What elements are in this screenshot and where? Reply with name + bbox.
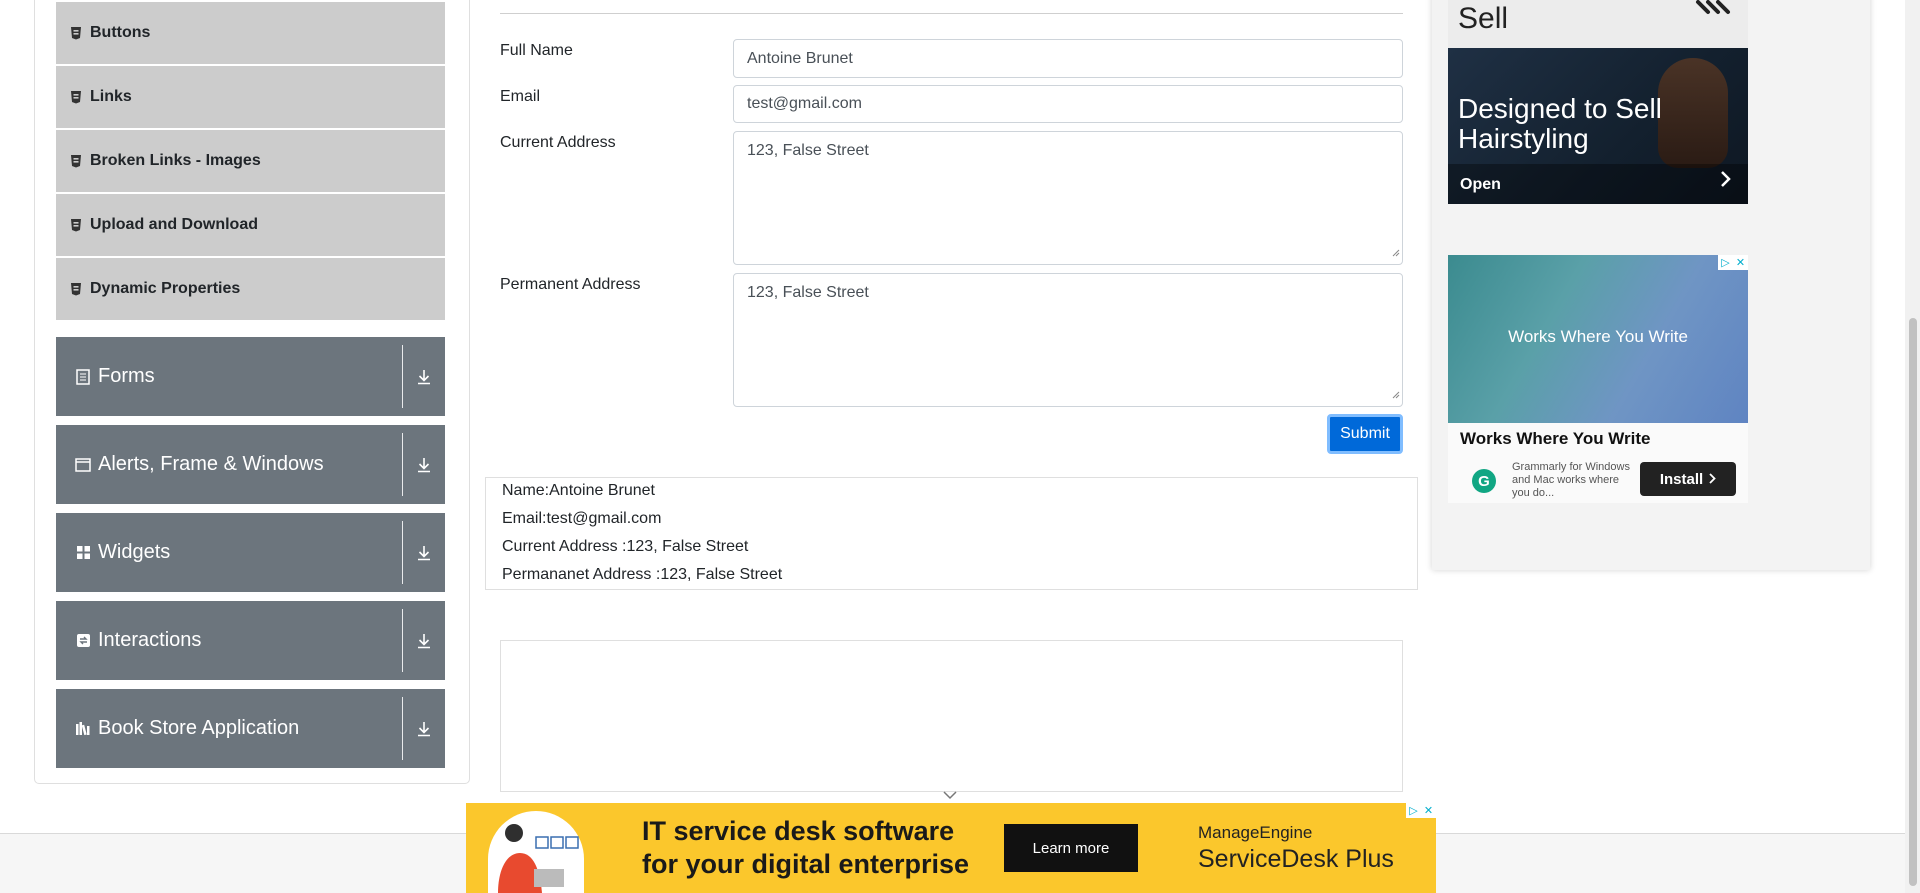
learn-more-button[interactable]: Learn more	[1004, 824, 1138, 872]
sidebar-item-label: Links	[90, 88, 132, 105]
group-label: Interactions	[98, 629, 202, 651]
bottom-ad-headline: IT service desk software for your digita…	[642, 815, 969, 881]
full-name-value: Antoine Brunet	[747, 49, 853, 67]
sidebar-group-widgets[interactable]: Widgets	[56, 513, 445, 592]
chevron-right-icon[interactable]	[1720, 170, 1732, 193]
divider	[402, 521, 403, 584]
install-button[interactable]: Install	[1640, 462, 1736, 496]
sidebar-item-label: Broken Links - Images	[90, 152, 261, 169]
item-icon	[70, 154, 82, 168]
adchoices-icon[interactable]: ▷	[1718, 255, 1733, 270]
output-permanent-address: Permananet Address :123, False Street	[502, 566, 783, 583]
adchoices-icon[interactable]: ▷	[1406, 803, 1421, 818]
full-name-label: Full Name	[500, 42, 573, 59]
interactions-icon	[74, 632, 92, 650]
ad1-headline: Designed to Sell Hairstyling	[1458, 94, 1662, 154]
divider	[402, 609, 403, 672]
group-label: Book Store Application	[98, 717, 300, 739]
widgets-icon	[74, 544, 92, 562]
ad2-visual: Works Where You Write	[1448, 255, 1748, 423]
grammarly-logo-icon: G	[1472, 469, 1496, 493]
sidebar-item-dynamic-properties[interactable]: Dynamic Properties	[56, 258, 445, 320]
ad-placeholder	[500, 640, 1403, 792]
sidebar-item-broken-links[interactable]: Broken Links - Images	[56, 130, 445, 192]
resize-handle-icon[interactable]	[1391, 244, 1400, 262]
sidebar-group-book-store[interactable]: Book Store Application	[56, 689, 445, 768]
sidebar-item-label: Upload and Download	[90, 216, 258, 233]
resize-handle-icon[interactable]	[1391, 386, 1400, 404]
ad1-model-image	[1658, 58, 1728, 168]
ad1-image[interactable]: Designed to Sell Hairstyling Open	[1448, 48, 1748, 204]
output-panel: Name:Antoine Brunet Email:test@gmail.com…	[485, 477, 1418, 590]
output-email: Email:test@gmail.com	[502, 510, 662, 527]
book-icon	[74, 720, 92, 738]
submit-button[interactable]: Submit	[1327, 414, 1403, 454]
email-value: test@gmail.com	[747, 95, 862, 112]
ad1-top-word: Sell	[1458, 2, 1509, 35]
current-address-textarea[interactable]: 123, False Street	[733, 131, 1403, 265]
current-address-value: 123, False Street	[747, 142, 869, 159]
item-icon	[70, 218, 82, 232]
download-arrow-icon[interactable]	[413, 601, 435, 680]
bottom-ad-headline-line1: IT service desk software	[642, 816, 955, 846]
divider	[402, 697, 403, 760]
bottom-ad-headline-line2: for your digital enterprise	[642, 849, 970, 879]
sidebar-item-links[interactable]: Links	[56, 66, 445, 128]
item-icon	[70, 90, 82, 104]
ad1-open-button[interactable]: Open	[1460, 176, 1501, 194]
email-input[interactable]: test@gmail.com	[733, 85, 1403, 123]
window-icon	[74, 456, 92, 474]
brand-name: ManageEngine	[1198, 823, 1313, 842]
sidebar-item-label: Dynamic Properties	[90, 280, 241, 297]
group-label: Widgets	[98, 541, 171, 563]
ad2-title: Works Where You Write	[1460, 429, 1651, 448]
divider	[402, 433, 403, 496]
ad2-grammarly[interactable]: Works Where You Write ▷ ✕ Works Where Yo…	[1448, 255, 1748, 503]
divider	[402, 345, 403, 408]
ad-choices[interactable]: ▷ ✕	[1406, 803, 1436, 818]
sidebar-item-upload-download[interactable]: Upload and Download	[56, 194, 445, 256]
chevron-right-icon	[1709, 471, 1716, 488]
ad1-headline-line2: Hairstyling	[1458, 123, 1589, 154]
ad1-headline-line1: Designed to Sell	[1458, 93, 1662, 124]
permanent-address-label: Permanent Address	[500, 276, 641, 293]
permanent-address-value: 123, False Street	[747, 284, 869, 301]
item-icon	[70, 26, 82, 40]
email-label: Email	[500, 88, 541, 105]
bottom-ad-banner[interactable]: IT service desk software for your digita…	[466, 803, 1436, 893]
form-divider	[500, 13, 1403, 14]
close-icon[interactable]: ✕	[1733, 255, 1748, 270]
sidebar-group-alerts[interactable]: Alerts, Frame & Windows	[56, 425, 445, 504]
item-icon	[70, 282, 82, 296]
sidebar-item-buttons[interactable]: Buttons	[56, 2, 445, 64]
output-name: Name:Antoine Brunet	[502, 482, 655, 499]
squarespace-logo-icon	[1692, 0, 1738, 25]
ad-choices[interactable]: ▷ ✕	[1718, 255, 1748, 270]
group-label: Forms	[98, 365, 155, 387]
close-icon[interactable]: ✕	[1421, 803, 1436, 818]
product-name: ServiceDesk Plus	[1198, 845, 1394, 873]
permanent-address-textarea[interactable]: 123, False Street	[733, 273, 1403, 407]
install-label: Install	[1659, 470, 1704, 488]
full-name-input[interactable]: Antoine Brunet	[733, 39, 1403, 78]
form-icon	[74, 368, 92, 386]
download-arrow-icon[interactable]	[413, 337, 435, 416]
ad2-description: Grammarly for Windows and Mac works wher…	[1512, 461, 1630, 499]
sidebar-item-label: Buttons	[90, 24, 151, 41]
ad1-banner-top[interactable]: Sell	[1448, 0, 1748, 48]
sidebar-group-interactions[interactable]: Interactions	[56, 601, 445, 680]
group-label: Alerts, Frame & Windows	[98, 453, 324, 475]
download-arrow-icon[interactable]	[413, 425, 435, 504]
sidebar-group-forms[interactable]: Forms	[56, 337, 445, 416]
scrollbar-thumb[interactable]	[1909, 318, 1917, 886]
output-current-address: Current Address :123, False Street	[502, 538, 749, 555]
download-arrow-icon[interactable]	[413, 689, 435, 768]
current-address-label: Current Address	[500, 134, 616, 151]
ad2-visual-text: Works Where You Write	[1508, 327, 1688, 346]
download-arrow-icon[interactable]	[413, 513, 435, 592]
ad-illustration	[488, 811, 584, 893]
